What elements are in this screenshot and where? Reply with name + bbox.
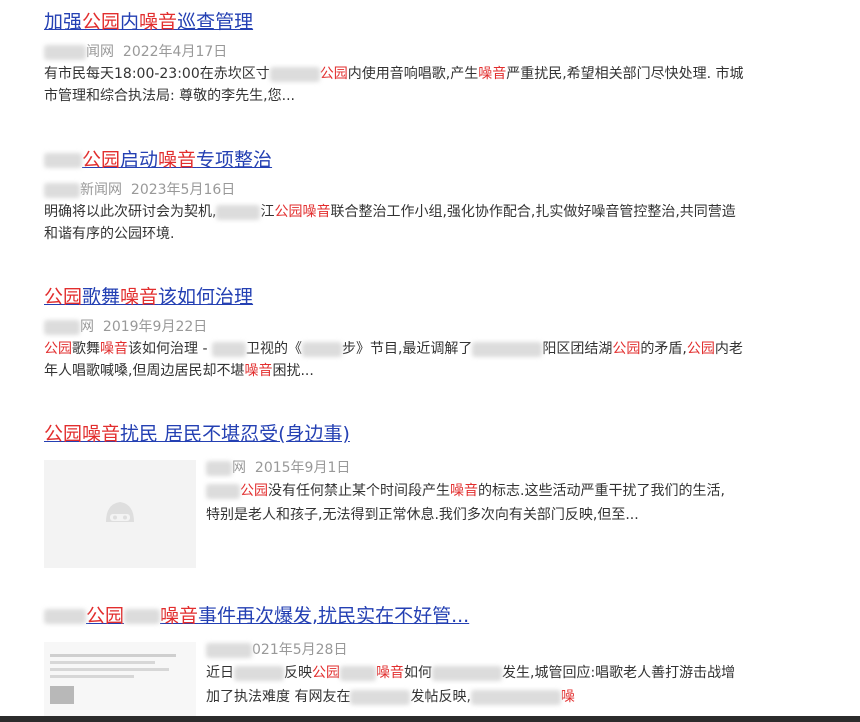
search-result: 公园启动噪音专项整治 新闻网 2023年5月16日 明确将以此次研讨会为契机, 江… [44,148,744,245]
result-date: 2015年9月1日 [254,460,351,476]
redacted-text [44,182,80,198]
search-result: 公园噪音扰民 居民不堪忍受(身边事) 网 2015年9月1日 公园没有任何禁止某… [44,422,744,582]
thumbnail-document-image [50,650,190,710]
redacted-text [350,689,411,705]
result-title-link[interactable]: 公园噪音扰民 居民不堪忍受(身边事) [44,422,744,446]
result-snippet: 公园没有任何禁止某个时间段产生噪音的标志.这些活动严重干扰了我们的生活,特别是老… [206,483,725,523]
result-title-link[interactable]: 公园歌舞噪音该如何治理 [44,285,744,309]
result-date: 2023年5月16日 [130,182,236,198]
search-result: 加强公园内噪音巡查管理 闻网 2022年4月17日 有市民每天18:00-23:… [44,10,744,107]
redacted-text [340,665,376,681]
result-date: 2022年4月17日 [122,44,228,60]
result-title-link[interactable]: 公园启动噪音专项整治 [44,148,744,172]
result-source: 网 [80,319,94,335]
result-title-link[interactable]: 公园 噪音事件再次爆发,扰民实在不好管... [44,604,744,628]
redacted-text [432,665,502,681]
result-title-link[interactable]: 加强公园内噪音巡查管理 [44,10,744,34]
redacted-text [470,689,561,705]
result-source: 新闻网 [80,182,122,198]
result-meta: 网 2019年9月22日 [44,317,744,337]
result-snippet: 近日 反映公园 噪音如何 发生,城管回应:唱歌老人善打游击战增加了执法难度 有网友在发… [206,665,736,705]
search-result: 公园 噪音事件再次爆发,扰民实在不好管... 021年5月28日 近日 反映公园 噪音… [44,604,744,722]
redacted-text [472,341,543,357]
bottom-edge-bar [0,716,860,722]
image-placeholder-icon [106,502,134,522]
search-result: 公园歌舞噪音该如何治理 网 2019年9月22日 公园歌舞噪音该如何治理 - 卫… [44,285,744,382]
result-date: 021年5月28日 [252,642,348,658]
redacted-text [44,153,82,168]
redacted-text [124,609,161,624]
redacted-text [211,341,246,357]
result-meta: 闻网 2022年4月17日 [44,42,744,62]
result-snippet: 有市民每天18:00-23:00在赤坎区寸 公园内使用音响唱歌,产生噪音严重扰民,… [44,66,744,104]
redacted-text [44,609,86,624]
redacted-text [44,44,86,60]
result-meta: 新闻网 2023年5月16日 [44,180,744,200]
redacted-text [269,66,320,82]
result-source: 闻网 [86,44,114,60]
redacted-text [44,319,80,335]
result-thumbnail[interactable] [44,460,196,568]
redacted-text [206,483,240,499]
redacted-text [301,341,342,357]
result-thumbnail[interactable] [44,642,196,722]
redacted-text [216,204,261,220]
redacted-text [206,642,252,658]
result-snippet: 明确将以此次研讨会为契机, 江公园噪音联合整治工作小组,强化协作配合,扎实做好噪音… [44,204,736,242]
redacted-text [234,665,284,681]
redacted-text [206,460,232,476]
result-meta: 网 2015年9月1日 [206,458,736,478]
result-date: 2019年9月22日 [102,319,208,335]
result-meta: 021年5月28日 [206,640,736,660]
result-snippet: 公园歌舞噪音该如何治理 - 卫视的《 步》节目,最近调解了 阳区团结湖公园的矛盾,公… [44,341,743,379]
result-source: 网 [232,460,246,476]
